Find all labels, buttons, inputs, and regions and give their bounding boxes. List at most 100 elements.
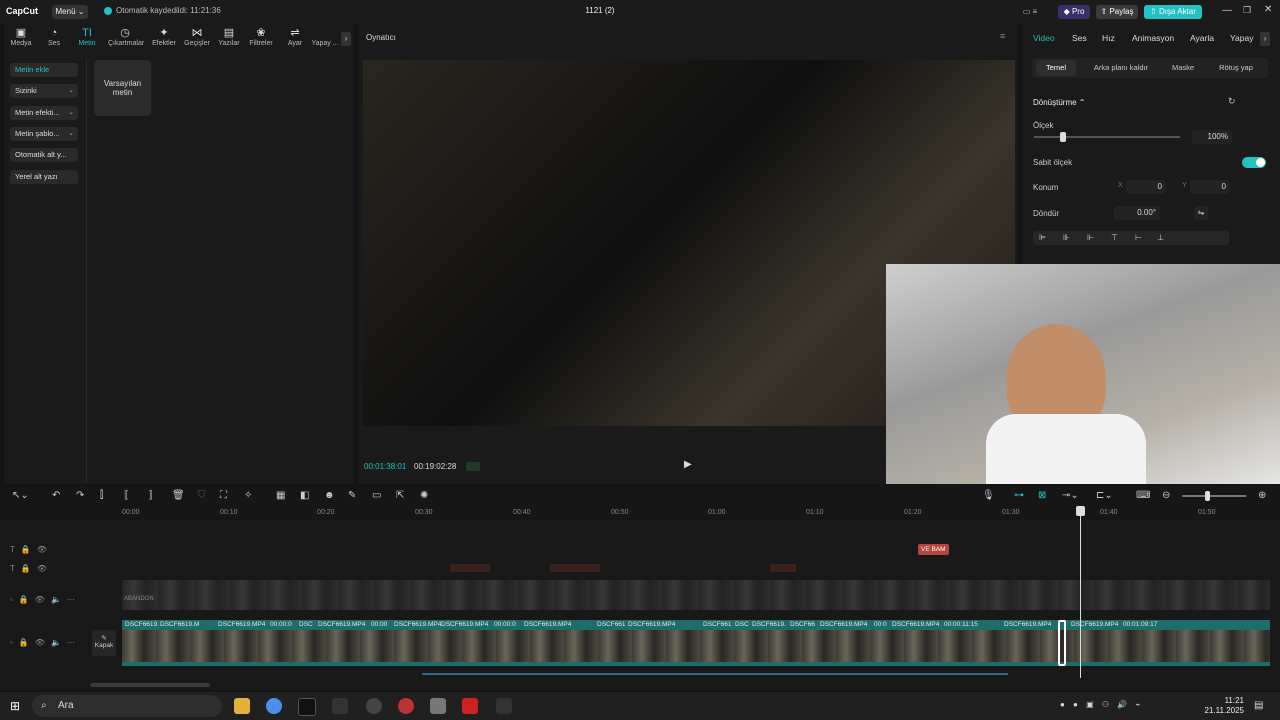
tab-media[interactable]: ▣ Medya: [4, 26, 38, 52]
split-right-icon[interactable]: ⟧: [148, 490, 153, 501]
scale-input[interactable]: 100%: [1192, 130, 1232, 144]
horizontal-scrollbar[interactable]: [90, 683, 210, 687]
export-button[interactable]: ⇧ Dışa Aktar: [1144, 5, 1202, 19]
playhead[interactable]: [1080, 506, 1081, 678]
main-track-controls[interactable]: ▫🔒👁🔈⋯: [10, 638, 81, 647]
select-tool-icon[interactable]: ↖⌄: [12, 490, 29, 501]
resize-icon[interactable]: ⇱: [396, 490, 404, 501]
text-track-controls[interactable]: T🔒👁: [10, 545, 53, 554]
selected-clip-handle[interactable]: [1058, 620, 1066, 666]
tab-speed[interactable]: Hız: [1102, 33, 1115, 43]
tab-effects[interactable]: ✦ Efektler: [147, 26, 181, 52]
tab-ai[interactable]: Yapay ...: [308, 26, 342, 52]
app-icon[interactable]: [366, 698, 382, 714]
close-icon[interactable]: ✕: [1264, 4, 1272, 15]
sidebar-item-auto-captions[interactable]: Otomatik alt y...: [10, 148, 78, 162]
tab-ai[interactable]: Yapay: [1230, 33, 1253, 43]
ai-tool-icon[interactable]: ✺: [420, 490, 428, 501]
text-clip-faded[interactable]: [450, 564, 490, 572]
zoom-in-icon[interactable]: ⊕: [1258, 490, 1266, 501]
zoom-slider-track[interactable]: [1182, 495, 1246, 497]
rotate-input[interactable]: 0.00°: [1114, 206, 1160, 220]
person-icon[interactable]: ☻: [324, 490, 335, 501]
default-text-card[interactable]: Varsayılan metin: [94, 60, 151, 116]
zoom-out-icon[interactable]: ⊖: [1162, 490, 1170, 501]
pos-x-input[interactable]: 0: [1126, 180, 1166, 194]
microphone-icon[interactable]: 🎙: [982, 490, 995, 501]
text-clip[interactable]: VE BAM: [918, 544, 949, 555]
crop-icon[interactable]: ⛶: [220, 490, 227, 501]
text-track-controls[interactable]: T🔒👁: [10, 564, 53, 573]
uniform-scale-toggle[interactable]: [1242, 157, 1266, 168]
menu-button[interactable]: Menü ⌄: [52, 5, 88, 19]
text-clip-faded[interactable]: [770, 564, 796, 572]
sidebar-item-local-captions[interactable]: Yerel alt yazı: [10, 170, 78, 184]
snap-icon[interactable]: ⊸⌄: [1062, 490, 1079, 501]
link-icon[interactable]: ⊶: [1014, 490, 1024, 501]
microphone-app-icon[interactable]: [430, 698, 446, 714]
overlay-track-controls[interactable]: ▫🔒👁🔈⋯: [10, 595, 81, 604]
minimize-icon[interactable]: —: [1222, 5, 1232, 16]
chevron-right-icon[interactable]: ›: [341, 32, 351, 46]
text-clip-faded[interactable]: [550, 564, 600, 572]
layout-icon[interactable]: ▭ ≡: [1012, 5, 1048, 19]
overlay-track-clips[interactable]: [122, 580, 1270, 610]
tab-adjust[interactable]: ⇌ Ayar: [278, 26, 312, 52]
split-left-icon[interactable]: ⟦: [124, 490, 129, 501]
transform-heading[interactable]: Dönüştürme ⌃: [1033, 98, 1086, 107]
timeline-ruler[interactable]: 00:00 00:10 00:20 00:30 00:40 00:50 01:0…: [0, 506, 1280, 520]
tab-audio[interactable]: ◔ Ses: [37, 26, 71, 52]
undo-icon[interactable]: ↶: [52, 490, 60, 501]
pro-button[interactable]: ◆ Pro: [1058, 5, 1090, 19]
align-center-icon[interactable]: ⊪: [1063, 233, 1070, 242]
r-app-icon[interactable]: [298, 698, 316, 716]
cover-button[interactable]: ✎ Kapak: [92, 630, 116, 656]
sidebar-item-yours[interactable]: Sizinki ⌄: [10, 84, 78, 98]
preview-axis-icon[interactable]: ⊏⌄: [1096, 490, 1113, 501]
magnet-icon[interactable]: ⊠: [1038, 490, 1046, 501]
windows-start-icon[interactable]: ⊞: [10, 699, 20, 713]
app-icon[interactable]: [398, 698, 414, 714]
maximize-icon[interactable]: ❐: [1243, 5, 1251, 16]
scale-slider-handle[interactable]: [1060, 132, 1066, 142]
video-app-icon[interactable]: [462, 698, 478, 714]
taskbar-search[interactable]: ⌕ Ara: [32, 695, 222, 717]
scale-slider-track[interactable]: [1034, 136, 1180, 138]
pos-y-input[interactable]: 0: [1190, 180, 1230, 194]
magic-icon[interactable]: ✧: [244, 490, 252, 501]
tab-animation[interactable]: Animasyon: [1132, 33, 1174, 43]
redo-icon[interactable]: ↷: [76, 490, 84, 501]
align-right-icon[interactable]: ⊩: [1087, 233, 1094, 242]
reset-icon[interactable]: ↻: [1228, 96, 1236, 107]
freeze-icon[interactable]: ▦: [276, 490, 285, 501]
subtab-retouch[interactable]: Rötuş yap: [1210, 60, 1262, 76]
tab-filters[interactable]: ❀ Filtreler: [244, 26, 278, 52]
system-tray[interactable]: ● ● ▣ ⚇ 🔊 ⌁: [1060, 700, 1143, 709]
capcut-icon[interactable]: [332, 698, 348, 714]
notification-icon[interactable]: ▤: [1254, 700, 1263, 711]
sidebar-item-add-text[interactable]: Metin ekle: [10, 63, 78, 77]
tab-adjust[interactable]: Ayarla: [1190, 33, 1214, 43]
mirror-icon[interactable]: ◧: [300, 490, 309, 501]
chrome-icon[interactable]: [266, 698, 282, 714]
sidebar-item-text-templates[interactable]: Metin şablo... ⌄: [10, 127, 78, 141]
subtab-mask[interactable]: Maske: [1162, 60, 1204, 76]
player-menu-icon[interactable]: ≡: [1000, 31, 1005, 41]
align-bottom-icon[interactable]: ⊥: [1157, 233, 1164, 242]
subtab-remove-bg[interactable]: Arka planı kaldır: [1084, 60, 1158, 76]
delete-icon[interactable]: 🗑: [172, 490, 185, 501]
flip-icon[interactable]: ⇋: [1194, 206, 1208, 220]
subtab-basic[interactable]: Temel: [1036, 60, 1076, 76]
shield-icon[interactable]: ⛉: [198, 490, 206, 501]
tab-transitions[interactable]: ⋈ Geçişler: [180, 26, 214, 52]
capcut-icon[interactable]: [496, 698, 512, 714]
tab-audio[interactable]: Ses: [1072, 33, 1087, 43]
align-top-icon[interactable]: ⊤: [1111, 233, 1118, 242]
file-explorer-icon[interactable]: [234, 698, 250, 714]
zoom-slider-handle[interactable]: [1205, 491, 1210, 501]
tab-text[interactable]: TI Metin: [70, 26, 104, 52]
caption-preview-icon[interactable]: ⌨: [1136, 490, 1150, 501]
playhead-handle[interactable]: [1076, 506, 1085, 516]
play-icon[interactable]: ▶: [684, 459, 692, 470]
caption-icon[interactable]: ▭: [372, 490, 381, 501]
